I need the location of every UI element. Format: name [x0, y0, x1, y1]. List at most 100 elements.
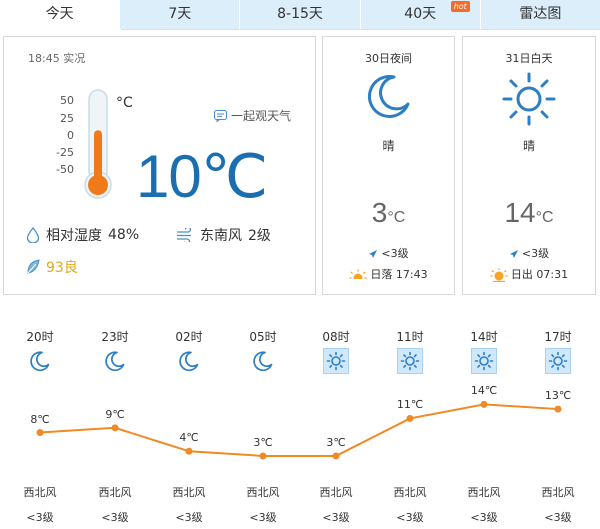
scale-tick: -25 — [56, 146, 74, 159]
night-condition: 晴 — [382, 139, 395, 153]
tab-label: 40天 — [404, 6, 437, 22]
temperature-label: 14℃ — [470, 384, 498, 398]
moon-icon — [176, 348, 202, 374]
hot-badge: hot — [450, 1, 470, 12]
tab-today[interactable]: 今天 — [0, 0, 121, 29]
day-temp-value: 14 — [504, 197, 536, 228]
hour-wind-direction: 西北风 — [23, 486, 57, 499]
thermometer-level — [94, 130, 102, 183]
tab-40days[interactable]: 40天 hot — [360, 0, 481, 29]
day-date: 31日白天 — [505, 52, 553, 65]
hour-wind-level: <3级 — [544, 511, 572, 524]
temperature-label: 13℃ — [544, 389, 572, 403]
day-condition: 晴 — [522, 139, 535, 153]
moon-icon — [27, 348, 53, 374]
temperature-point — [111, 424, 119, 432]
hour-wind-direction: 西北风 — [467, 486, 501, 499]
wind-level: 2级 — [248, 228, 271, 244]
hour-wind-direction: 西北风 — [541, 486, 575, 499]
temperature-label: 4℃ — [179, 431, 199, 445]
hour-wind-level: <3级 — [470, 511, 498, 524]
tab-8-15days[interactable]: 8-15天 — [240, 0, 361, 29]
wind-row: 东南风 2级 — [176, 225, 271, 245]
sunrise-row: 日出 07:31 — [463, 266, 595, 283]
hour-time: 17时 — [544, 330, 572, 344]
hour-time: 11时 — [396, 330, 424, 344]
tab-label: 今天 — [45, 6, 74, 22]
temperature-point — [480, 400, 488, 408]
moon-icon — [367, 75, 409, 118]
sun-icon — [471, 348, 497, 374]
temperature-point — [185, 447, 193, 455]
tab-label: 8-15天 — [277, 6, 323, 22]
hour-time: 23时 — [101, 330, 129, 344]
wind-arrow-icon — [369, 250, 378, 258]
wind-arrow-icon — [509, 250, 518, 258]
moon-icon — [102, 348, 128, 374]
temperature-label: 11℃ — [396, 398, 424, 412]
hour-time: 08时 — [322, 330, 350, 344]
watch-weather-link[interactable]: 一起观天气 — [214, 107, 291, 124]
aqi-row[interactable]: 93良 — [26, 257, 78, 277]
hour-wind-direction: 西北风 — [246, 486, 280, 499]
day-wind: <3级 — [463, 245, 595, 261]
temperature-point — [332, 452, 340, 460]
scale-unit: °C — [116, 95, 133, 111]
watch-weather-label: 一起观天气 — [231, 109, 292, 123]
hour-wind-level: <3级 — [101, 511, 129, 524]
current-weather-card: 18:45 实况 50 25 0 -25 -50 °C 10℃ 一起观天气 相对… — [3, 36, 316, 295]
sunrise-icon — [490, 268, 508, 283]
hour-wind-level: <3级 — [396, 511, 424, 524]
tab-bar: 今天 7天 8-15天 40天 hot 雷达图 — [0, 0, 600, 30]
temperature-point — [554, 405, 562, 413]
night-forecast-card: 30日夜间 晴 3°C <3级 日落 17:43 — [322, 36, 455, 295]
aqi-value: 93良 — [46, 260, 78, 276]
water-drop-icon — [26, 227, 40, 243]
chat-icon — [214, 109, 227, 122]
leaf-icon — [27, 259, 40, 274]
hour-wind-level: <3级 — [322, 511, 350, 524]
temperature-label: 3℃ — [253, 435, 273, 449]
scale-tick: -50 — [56, 163, 74, 176]
hour-time: 14时 — [470, 330, 498, 344]
sunset-row: 日落 17:43 — [323, 266, 454, 283]
night-temperature: 3°C — [323, 197, 454, 229]
humidity-label: 相对湿度 — [46, 228, 102, 244]
temperature-point — [259, 452, 267, 460]
sun-icon — [502, 72, 556, 126]
hour-wind-level: <3级 — [175, 511, 203, 524]
observation-time: 18:45 实况 — [28, 52, 86, 65]
hour-wind-direction: 西北风 — [319, 486, 353, 499]
tab-7days[interactable]: 7天 — [120, 0, 241, 29]
sunrise-time: 07:31 — [536, 268, 569, 281]
sun-icon — [397, 348, 423, 374]
tab-divider — [121, 29, 600, 30]
sun-icon — [545, 348, 571, 374]
sunrise-label: 日出 — [510, 268, 533, 281]
sun-icon — [323, 348, 349, 374]
temperature-point — [36, 429, 44, 436]
moon-icon — [250, 348, 276, 374]
night-wind-level: <3级 — [381, 247, 409, 260]
hour-time: 02时 — [175, 330, 203, 344]
wind-direction: 东南风 — [200, 228, 242, 244]
hour-wind-level: <3级 — [249, 511, 277, 524]
tab-label: 雷达图 — [519, 6, 562, 22]
hour-time: 05时 — [249, 330, 277, 344]
temperature-label: 9℃ — [105, 407, 125, 421]
scale-tick: 50 — [60, 94, 74, 107]
scale-tick: 25 — [60, 112, 74, 125]
temperature-label: 8℃ — [30, 412, 50, 426]
temperature-label: 3℃ — [326, 435, 346, 449]
day-forecast-card: 31日白天 晴 14°C <3级 日出 07:31 — [462, 36, 596, 295]
tab-label: 7天 — [168, 6, 192, 22]
thermometer-icon — [84, 89, 112, 199]
tab-radar[interactable]: 雷达图 — [480, 0, 600, 29]
sunset-icon — [349, 269, 368, 283]
day-temp-unit: °C — [535, 209, 554, 226]
night-temp-unit: °C — [387, 209, 406, 226]
hour-wind-direction: 西北风 — [172, 486, 206, 499]
hour-time: 20时 — [26, 330, 54, 344]
hour-wind-direction: 西北风 — [98, 486, 132, 499]
sunset-time: 17:43 — [395, 268, 428, 281]
